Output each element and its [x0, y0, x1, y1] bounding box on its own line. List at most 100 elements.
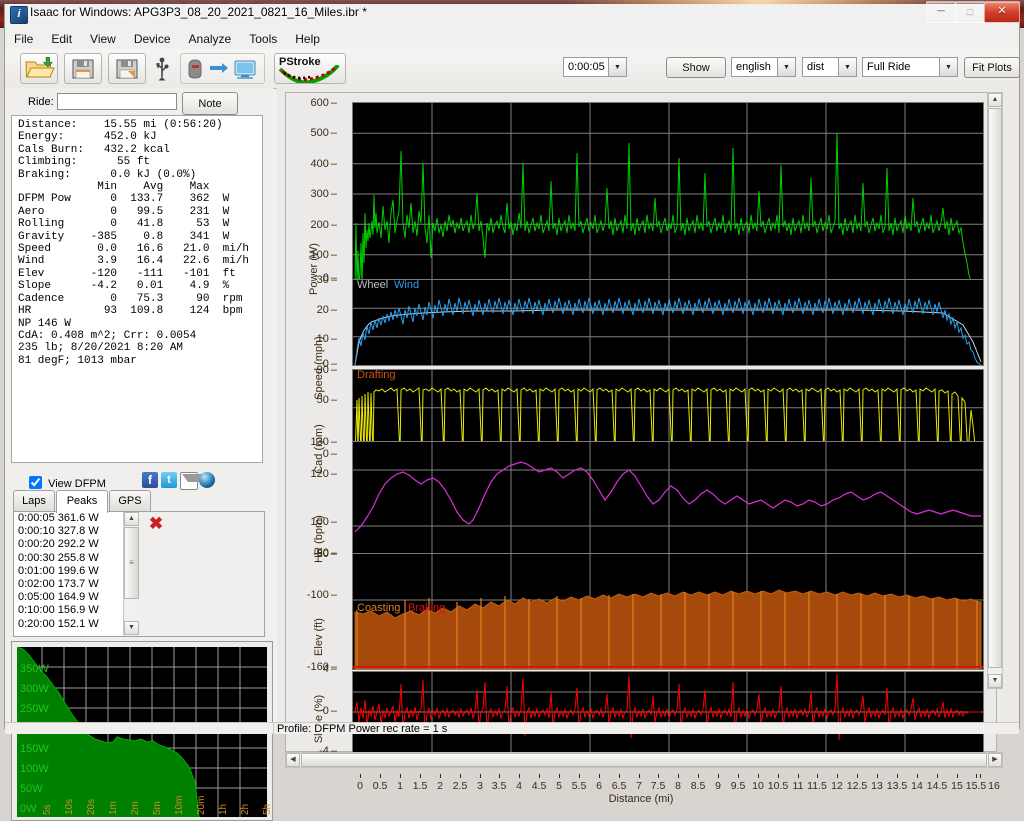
speed-plot[interactable] — [352, 279, 984, 366]
elevation-plot[interactable] — [352, 553, 984, 670]
legend-drafting: Drafting — [357, 369, 396, 381]
device-transfer-button[interactable] — [180, 53, 265, 84]
peak-interval-combo[interactable]: 0:00:05 ▼ — [563, 57, 627, 77]
power-ytick-300: 300 — [297, 188, 337, 200]
app-icon: i — [10, 6, 28, 24]
mm-xtick-20m: 20m — [196, 796, 207, 815]
legend-wind: Wind — [394, 279, 419, 291]
view-dfpm-checkbox-input[interactable] — [29, 476, 42, 489]
menu-analyze[interactable]: Analyze — [180, 29, 241, 49]
hr-ytick-100: 100 — [293, 516, 337, 528]
mm-xtick-5s: 5s — [42, 804, 53, 815]
chevron-down-icon[interactable]: ▼ — [777, 58, 795, 76]
cad-ytick-0: 0 — [297, 448, 337, 460]
elev-ytick-minus100: -100 — [293, 589, 337, 601]
delete-peak-button[interactable]: ✖ — [147, 515, 165, 533]
cad-ytick-90: 90 — [297, 364, 337, 376]
power-ytick-500: 500 — [297, 127, 337, 139]
horizontal-scrollbar-thumb[interactable] — [301, 753, 987, 767]
power-axis-label: Power (W) — [308, 224, 320, 314]
list-item[interactable]: 0:05:00 164.9 W — [14, 591, 138, 604]
save-button[interactable] — [64, 53, 102, 84]
scroll-up-icon[interactable]: ▲ — [124, 512, 139, 526]
scroll-down-icon[interactable]: ▼ — [124, 621, 139, 635]
list-item[interactable]: 0:00:30 255.8 W — [14, 552, 138, 565]
status-bar: Profile: DFPM Power rec rate = 1 s — [5, 722, 1019, 734]
scroll-up-icon[interactable]: ▲ — [988, 93, 1002, 107]
units-value: english — [732, 61, 777, 73]
scroll-right-icon[interactable]: ▶ — [988, 753, 1002, 767]
plots-vertical-scrollbar[interactable]: ▲ ▼ — [987, 92, 1003, 689]
cad-ytick-50: 50 — [297, 394, 337, 406]
google-earth-icon[interactable] — [199, 472, 215, 488]
list-item[interactable]: 0:20:00 152.1 W — [14, 618, 138, 631]
mm-xtick-2h: 2h — [240, 804, 251, 815]
list-item[interactable]: 0:00:20 292.2 W — [14, 538, 138, 551]
list-item[interactable]: 0:10:00 156.9 W — [14, 604, 138, 617]
mm-xtick-5m: 5m — [152, 801, 163, 815]
legend-braking: Braking — [408, 602, 445, 614]
menu-tools[interactable]: Tools — [240, 29, 286, 49]
note-button[interactable]: Note — [182, 92, 238, 115]
menu-edit[interactable]: Edit — [42, 29, 81, 49]
open-folder-icon — [21, 54, 57, 83]
chevron-down-icon[interactable]: ▼ — [939, 58, 957, 76]
save-as-button[interactable] — [108, 53, 146, 84]
show-button[interactable]: Show — [666, 57, 726, 78]
xaxis-mode-combo[interactable]: dist ▼ — [802, 57, 857, 77]
list-item[interactable]: 0:02:00 173.7 W — [14, 578, 138, 591]
peaks-list-scrollbar[interactable]: ▲ ▼ — [123, 512, 139, 636]
tab-peaks[interactable]: Peaks — [56, 490, 108, 513]
device-to-pc-icon — [181, 54, 264, 83]
slope-plot[interactable] — [352, 671, 984, 753]
mm-xtick-1h: 1h — [218, 804, 229, 815]
twitter-icon[interactable]: t — [161, 472, 177, 488]
mm-xtick-10m: 10m — [174, 796, 185, 815]
speed-ytick-30: 30 — [297, 274, 337, 286]
units-combo[interactable]: english ▼ — [731, 57, 796, 77]
plots-panel: Power (W) 600 500 400 300 200 100 0 Spee… — [277, 88, 1019, 724]
tab-gps[interactable]: GPS — [109, 490, 151, 511]
open-file-button[interactable] — [20, 53, 58, 84]
note-label: Note — [198, 98, 221, 110]
menu-view[interactable]: View — [81, 29, 125, 49]
menu-help[interactable]: Help — [286, 29, 329, 49]
view-dfpm-label: View DFPM — [48, 478, 106, 490]
slope-ytick-4: 4 — [297, 663, 337, 675]
menu-device[interactable]: Device — [125, 29, 180, 49]
facebook-icon[interactable]: f — [142, 472, 158, 488]
ride-name-input[interactable] — [57, 93, 177, 110]
floppy-save-icon — [65, 54, 101, 83]
menu-file[interactable]: File — [5, 29, 42, 49]
usb-button[interactable] — [151, 56, 173, 81]
chevron-down-icon[interactable]: ▼ — [608, 58, 626, 76]
maximize-icon: □ — [956, 2, 984, 21]
tab-laps[interactable]: Laps — [13, 490, 55, 511]
xtick-16: 16 — [982, 780, 1006, 792]
minimize-button[interactable]: – — [926, 1, 956, 23]
chevron-down-icon[interactable]: ▼ — [838, 58, 856, 76]
pstroke-button[interactable]: PStroke — [274, 53, 346, 84]
vertical-scrollbar-thumb[interactable] — [988, 108, 1002, 668]
list-item[interactable]: 0:00:10 327.8 W — [14, 525, 138, 538]
scrollbar-thumb[interactable] — [124, 527, 139, 599]
scroll-down-icon[interactable]: ▼ — [988, 674, 1002, 688]
plots-horizontal-scrollbar[interactable]: ◀ ▶ — [285, 752, 1003, 768]
scroll-left-icon[interactable]: ◀ — [286, 753, 300, 767]
email-icon[interactable] — [180, 472, 198, 490]
hr-ytick-120: 120 — [293, 468, 337, 480]
fit-plots-button[interactable]: Fit Plots — [964, 57, 1020, 78]
list-item[interactable]: 0:00:05 361.6 W — [14, 512, 138, 525]
hr-plot[interactable] — [352, 441, 984, 555]
close-button[interactable]: ✕ — [984, 1, 1020, 23]
mm-xtick-20s: 20s — [86, 799, 97, 815]
peaks-list[interactable]: 0:00:05 361.6 W 0:00:10 327.8 W 0:00:20 … — [14, 512, 139, 636]
maximize-button[interactable]: □ — [955, 1, 985, 23]
status-divider — [273, 723, 274, 734]
ride-range-combo[interactable]: Full Ride ▼ — [862, 57, 958, 77]
mm-ytick-100: 100W — [20, 763, 49, 775]
window-title: Isaac for Windows: APG3P3_08_20_2021_082… — [30, 5, 367, 19]
power-ytick-600: 600 — [297, 97, 337, 109]
list-item[interactable]: 0:01:00 199.6 W — [14, 565, 138, 578]
power-plot[interactable] — [352, 102, 984, 286]
